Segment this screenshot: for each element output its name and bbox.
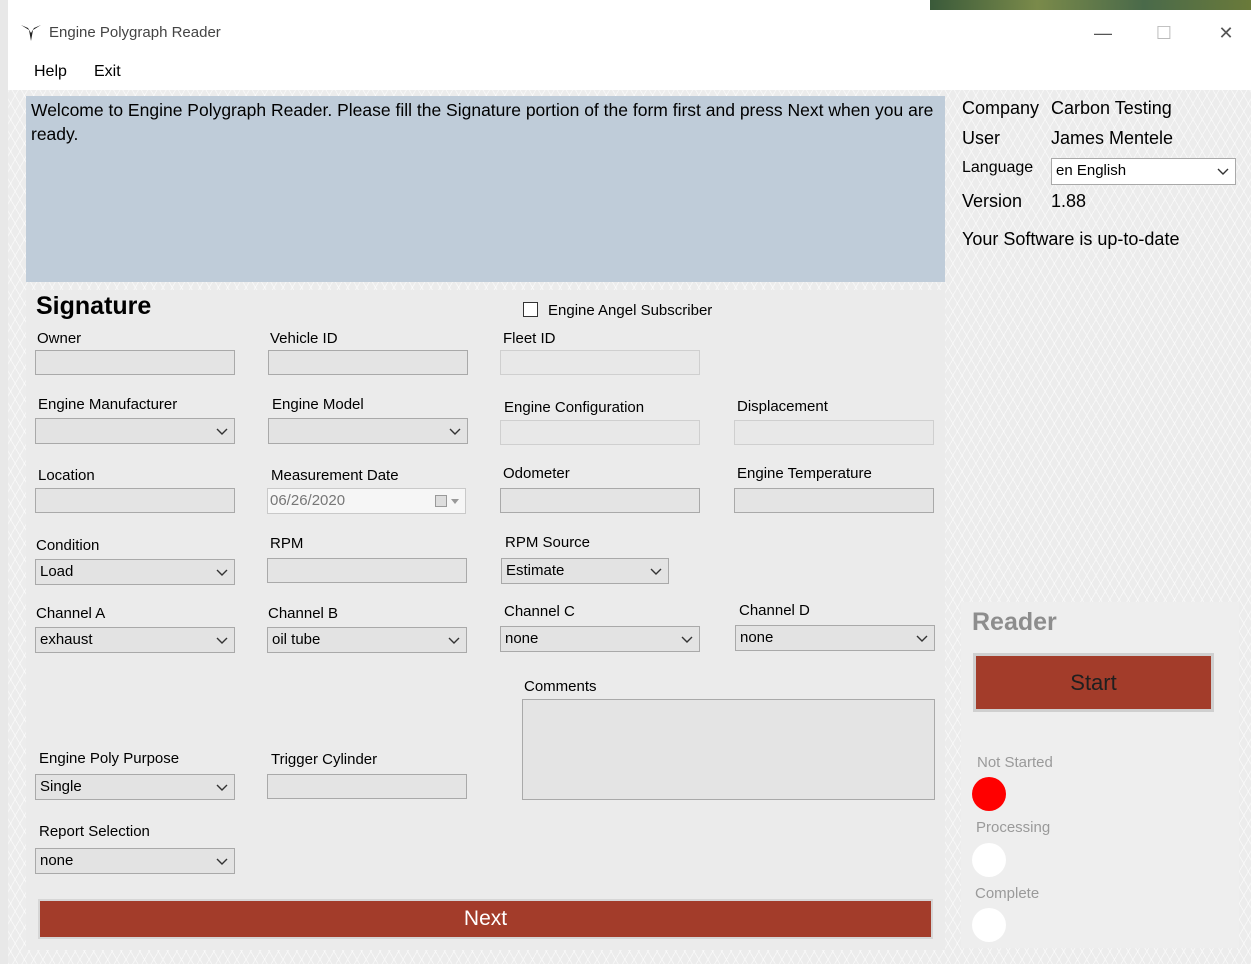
- company-value: Carbon Testing: [1051, 98, 1172, 118]
- engine-poly-purpose-label: Engine Poly Purpose: [39, 750, 180, 767]
- close-button[interactable]: ✕: [1211, 20, 1241, 46]
- report-selection-label: Report Selection: [39, 823, 150, 840]
- rpm-label: RPM: [270, 535, 304, 552]
- processing-label: Processing: [976, 819, 1051, 836]
- version-label: Version: [962, 191, 1023, 211]
- complete-label: Complete: [975, 885, 1040, 902]
- vehicle-id-field[interactable]: [268, 350, 468, 375]
- measurement-date-label: Measurement Date: [271, 467, 399, 484]
- chevron-down-icon: [216, 428, 228, 435]
- rpm-field[interactable]: [267, 558, 467, 583]
- channel-d-label: Channel D: [739, 602, 810, 619]
- user-value: James Mentele: [1051, 128, 1174, 148]
- calendar-icon: [435, 495, 447, 507]
- channel-b-value: oil tube: [272, 631, 321, 648]
- fleet-id-field[interactable]: [500, 350, 700, 375]
- condition-select[interactable]: Load: [35, 559, 235, 585]
- odometer-field[interactable]: [500, 488, 700, 513]
- form-title: Signature: [36, 292, 152, 320]
- chevron-down-icon: [1217, 168, 1229, 175]
- engine-temperature-field[interactable]: [734, 488, 934, 513]
- next-button[interactable]: Next: [38, 899, 933, 939]
- comments-label: Comments: [524, 678, 597, 695]
- app-logo-icon: [21, 25, 41, 41]
- location-label: Location: [38, 467, 95, 484]
- not-started-indicator: [972, 777, 1006, 811]
- chevron-down-icon: [216, 858, 228, 865]
- chevron-down-icon: [216, 784, 228, 791]
- welcome-message: Welcome to Engine Polygraph Reader. Plea…: [26, 96, 945, 282]
- chevron-down-icon: [216, 569, 228, 576]
- language-select[interactable]: en English: [1051, 158, 1236, 185]
- owner-label: Owner: [37, 330, 82, 347]
- minimize-button[interactable]: —: [1088, 20, 1118, 46]
- processing-indicator: [972, 843, 1006, 877]
- chevron-down-icon: [216, 637, 228, 644]
- location-field[interactable]: [35, 488, 235, 513]
- channel-a-select[interactable]: exhaust: [35, 627, 235, 653]
- condition-value: Load: [40, 563, 74, 580]
- window-title: Engine Polygraph Reader: [49, 24, 221, 41]
- start-button[interactable]: Start: [973, 653, 1214, 712]
- engine-poly-purpose-value: Single: [40, 778, 82, 795]
- rpm-source-label: RPM Source: [505, 534, 591, 551]
- engine-configuration-field[interactable]: [500, 420, 700, 445]
- menu-bar: [8, 54, 1251, 90]
- channel-c-value: none: [505, 630, 539, 647]
- company-label: Company: [962, 98, 1040, 118]
- comments-textarea[interactable]: [522, 699, 935, 800]
- menu-help[interactable]: Help: [34, 63, 67, 81]
- not-started-label: Not Started: [977, 754, 1053, 771]
- channel-d-value: none: [740, 629, 774, 646]
- channel-a-value: exhaust: [40, 631, 93, 648]
- update-status: Your Software is up-to-date: [962, 229, 1180, 249]
- measurement-date-picker[interactable]: 06/26/2020: [267, 488, 466, 514]
- rpm-source-value: Estimate: [506, 562, 565, 579]
- chevron-down-icon: [650, 568, 662, 575]
- channel-b-select[interactable]: oil tube: [267, 627, 467, 653]
- menu-exit[interactable]: Exit: [94, 63, 121, 81]
- condition-label: Condition: [36, 537, 100, 554]
- measurement-date-value: 06/26/2020: [270, 492, 346, 509]
- engine-manufacturer-select[interactable]: [35, 418, 235, 444]
- channel-c-label: Channel C: [504, 603, 575, 620]
- engine-angel-subscriber-checkbox[interactable]: [523, 302, 538, 317]
- trigger-cylinder-field[interactable]: [267, 774, 467, 799]
- dropdown-arrow-icon: [451, 499, 459, 504]
- engine-model-select[interactable]: [268, 418, 468, 444]
- reader-title: Reader: [972, 608, 1057, 636]
- vehicle-id-label: Vehicle ID: [270, 330, 338, 347]
- odometer-label: Odometer: [503, 465, 570, 482]
- engine-model-label: Engine Model: [272, 396, 364, 413]
- engine-poly-purpose-select[interactable]: Single: [35, 774, 235, 800]
- engine-temperature-label: Engine Temperature: [737, 465, 872, 482]
- channel-a-label: Channel A: [36, 605, 106, 622]
- desktop-edge: [0, 0, 8, 964]
- version-value: 1.88: [1051, 191, 1087, 211]
- channel-b-label: Channel B: [268, 605, 339, 622]
- rpm-source-select[interactable]: Estimate: [501, 558, 669, 584]
- language-label: Language: [962, 159, 1034, 176]
- user-label: User: [962, 128, 1001, 148]
- engine-manufacturer-label: Engine Manufacturer: [38, 396, 178, 413]
- displacement-field[interactable]: [734, 420, 934, 445]
- owner-field[interactable]: [35, 350, 235, 375]
- complete-indicator: [972, 908, 1006, 942]
- chevron-down-icon: [916, 635, 928, 642]
- report-selection-value: none: [40, 852, 74, 869]
- displacement-label: Displacement: [737, 398, 828, 415]
- channel-d-select[interactable]: none: [735, 625, 935, 651]
- report-selection-select[interactable]: none: [35, 848, 235, 874]
- channel-c-select[interactable]: none: [500, 626, 700, 652]
- chevron-down-icon: [449, 428, 461, 435]
- engine-configuration-label: Engine Configuration: [504, 399, 645, 416]
- engine-angel-subscriber-label: Engine Angel Subscriber: [548, 302, 713, 319]
- fleet-id-label: Fleet ID: [503, 330, 556, 347]
- maximize-button[interactable]: ☐: [1149, 20, 1179, 46]
- chevron-down-icon: [448, 637, 460, 644]
- trigger-cylinder-label: Trigger Cylinder: [271, 751, 378, 768]
- chevron-down-icon: [681, 636, 693, 643]
- language-value: en English: [1056, 162, 1127, 179]
